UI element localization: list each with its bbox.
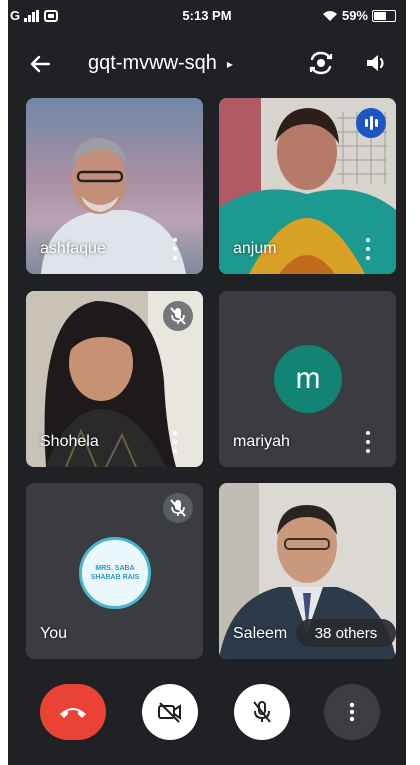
meeting-header: gqt-mvww-sqh ▸ — [8, 40, 406, 88]
more-vert-icon[interactable] — [360, 238, 376, 260]
participant-tile-mariyah[interactable]: m mariyah — [219, 291, 396, 467]
camera-toggle-button[interactable] — [142, 684, 198, 740]
participant-tile-you[interactable]: MRS. SABA SHABAB RAIS You — [26, 483, 203, 659]
phone-hangup-icon — [60, 708, 86, 718]
speaker-button[interactable] — [362, 48, 392, 78]
wifi-icon — [322, 10, 337, 21]
mic-off-icon — [163, 493, 193, 523]
participant-name: anjum — [233, 240, 277, 257]
meet-screen: G 5:13 PM 59% gqt-mvww-sqh ▸ ashfaque an… — [8, 0, 406, 765]
mic-toggle-button[interactable] — [234, 684, 290, 740]
status-right: 59% — [322, 8, 396, 23]
more-options-button[interactable] — [324, 684, 380, 740]
participant-tile-shohela[interactable]: Shohela — [26, 291, 203, 467]
more-vert-icon[interactable] — [167, 431, 183, 453]
participant-name: Shohela — [40, 433, 99, 450]
speaking-indicator-icon — [356, 108, 386, 138]
avatar: MRS. SABA SHABAB RAIS — [79, 537, 151, 609]
participant-name: mariyah — [233, 433, 290, 450]
status-bar: G 5:13 PM 59% — [8, 0, 406, 32]
participant-name: Saleem — [233, 625, 288, 642]
participant-name: ashfaque — [40, 240, 106, 257]
call-controls — [8, 684, 406, 744]
more-vert-icon[interactable] — [360, 431, 376, 453]
avatar-text: MRS. SABA SHABAB RAIS — [90, 565, 140, 581]
mic-off-icon — [163, 301, 193, 331]
speaker-icon — [367, 55, 384, 71]
participant-name: You — [40, 625, 67, 642]
battery-percent: 59% — [341, 8, 368, 23]
mic-off-icon — [253, 701, 271, 723]
participant-tile-anjum[interactable]: anjum — [219, 98, 396, 274]
videocam-off-icon — [158, 702, 181, 723]
switch-camera-button[interactable] — [306, 48, 336, 78]
meeting-code-text: gqt-mvww-sqh — [88, 52, 217, 74]
end-call-button[interactable] — [40, 684, 106, 740]
battery-icon — [372, 9, 396, 22]
back-arrow-icon — [30, 55, 51, 73]
meeting-code[interactable]: gqt-mvww-sqh ▸ — [88, 52, 233, 75]
switch-camera-icon — [309, 51, 333, 75]
caret-right-icon: ▸ — [226, 56, 233, 71]
avatar: m — [274, 345, 342, 413]
participant-tile-ashfaque[interactable]: ashfaque — [26, 98, 203, 274]
back-button[interactable] — [26, 50, 54, 78]
others-count-badge[interactable]: 38 others — [296, 619, 396, 647]
more-vert-icon[interactable] — [167, 238, 183, 260]
more-vert-icon — [349, 702, 355, 722]
